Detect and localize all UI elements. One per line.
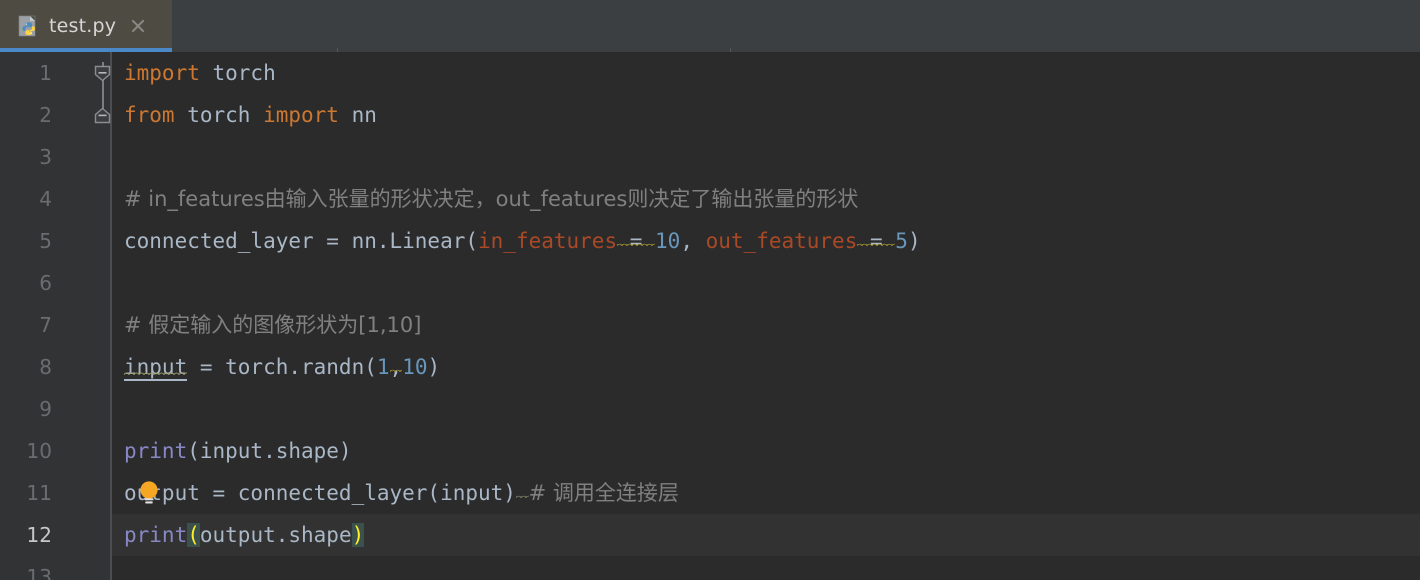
line-number: 10	[26, 439, 52, 463]
line-number: 1	[39, 61, 52, 85]
token-warning: =	[857, 229, 896, 253]
token-number: 10	[655, 229, 681, 253]
token-text: ,	[680, 229, 706, 253]
line-code: from torch import nn	[124, 94, 377, 136]
token-warning	[516, 481, 529, 505]
editor-tab-test-py[interactable]: test.py	[0, 0, 172, 52]
token-text: (input.shape)	[187, 439, 352, 463]
token-text: output = connected_layer(input)	[124, 481, 516, 505]
line-number: 11	[26, 481, 52, 505]
token-number: 1	[376, 355, 390, 379]
editor-line-2[interactable]: 2 from torch import nn	[0, 94, 1420, 136]
token-text: output.shape	[199, 523, 352, 547]
token-matched-brace-close: )	[351, 523, 365, 547]
token-number: 10	[402, 355, 428, 379]
line-number: 4	[39, 187, 52, 211]
editor-line-12[interactable]: 12 print(output.shape)	[0, 514, 1420, 556]
token-text: torch	[199, 61, 276, 85]
line-comment: # in_features由输入张量的形状决定，out_features则决定了…	[124, 187, 859, 211]
intention-bulb-icon[interactable]	[138, 480, 160, 506]
token-comment: # 调用全连接层	[528, 481, 679, 505]
line-code: output = connected_layer(input) # 调用全连接层	[124, 472, 679, 514]
token-builtin: print	[124, 439, 188, 463]
line-code: print(output.shape)	[124, 514, 365, 556]
line-number: 2	[39, 103, 52, 127]
token-warning: ,	[389, 355, 403, 379]
line-number: 9	[39, 397, 52, 421]
token-builtin: print	[124, 523, 188, 547]
editor-line-4[interactable]: 4 # in_features由输入张量的形状决定，out_features则决…	[0, 178, 1420, 220]
editor-line-13[interactable]: 13	[0, 556, 1420, 580]
editor-line-11[interactable]: 11 output = connected_layer(input) # 调用全…	[0, 472, 1420, 514]
token-text: )	[907, 229, 921, 253]
editor-line-7[interactable]: 7 # 假定输入的图像形状为[1,10]	[0, 304, 1420, 346]
editor-line-8[interactable]: 8 input = torch.randn(1,10)	[0, 346, 1420, 388]
line-code: import torch	[124, 52, 276, 94]
line-number: 7	[39, 313, 52, 337]
python-file-icon	[17, 15, 39, 37]
token-keyword: import	[263, 103, 339, 127]
editor-line-3[interactable]: 3	[0, 136, 1420, 178]
token-kwarg: in_features	[478, 229, 618, 253]
token-text: connected_layer = nn.Linear(	[124, 229, 479, 253]
line-number: 13	[26, 565, 52, 580]
close-icon[interactable]	[130, 18, 146, 34]
token-keyword: from	[124, 103, 175, 127]
code-editor[interactable]: 1 import torch 2 from torch import nn 3 …	[0, 52, 1420, 580]
token-text: nn	[338, 103, 377, 127]
token-text: = torch.randn(	[187, 355, 377, 379]
line-number: 6	[39, 271, 52, 295]
line-number: 8	[39, 355, 52, 379]
editor-line-5[interactable]: 5 connected_layer = nn.Linear(in_feature…	[0, 220, 1420, 262]
line-code: connected_layer = nn.Linear(in_features …	[124, 220, 921, 262]
token-warning: =	[617, 229, 656, 253]
editor-tab-bar: test.py	[0, 0, 1420, 52]
editor-line-6[interactable]: 6	[0, 262, 1420, 304]
token-matched-brace-open: (	[187, 523, 200, 547]
line-comment: # 假定输入的图像形状为[1,10]	[124, 313, 422, 337]
line-code: print(input.shape)	[124, 430, 352, 472]
line-number: 3	[39, 145, 52, 169]
token-kwarg: out_features	[705, 229, 858, 253]
token-shadowed-builtin: input	[124, 355, 188, 381]
token-keyword: import	[124, 61, 200, 85]
token-text: torch	[174, 103, 264, 127]
line-number-current: 12	[26, 523, 52, 547]
line-number: 5	[39, 229, 52, 253]
editor-tab-label: test.py	[49, 15, 117, 37]
editor-line-9[interactable]: 9	[0, 388, 1420, 430]
editor-line-10[interactable]: 10 print(input.shape)	[0, 430, 1420, 472]
token-text: )	[427, 355, 441, 379]
editor-line-1[interactable]: 1 import torch	[0, 52, 1420, 94]
token-number: 5	[895, 229, 908, 253]
line-code: input = torch.randn(1,10)	[124, 346, 440, 388]
